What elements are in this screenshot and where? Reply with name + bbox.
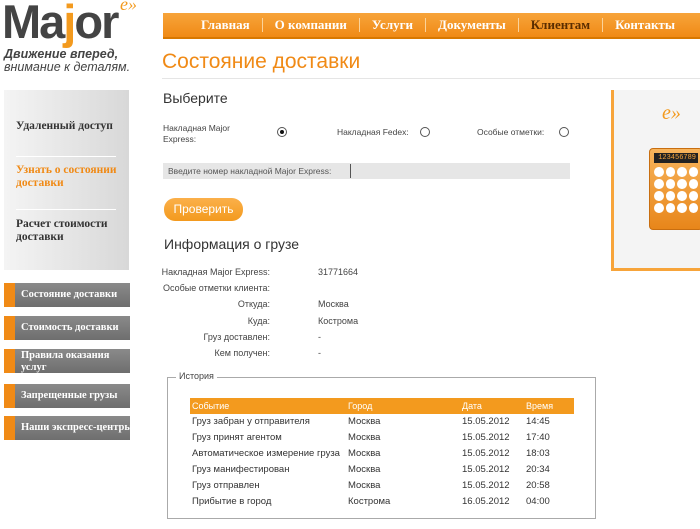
info-row: Накладная Major Express: 31771664 bbox=[161, 267, 359, 277]
sidebar-item-delivery-cost[interactable]: ❯ Стоимость доставки bbox=[4, 316, 130, 340]
nav-services[interactable]: Услуги bbox=[360, 18, 427, 32]
sidebar-link-remote-access[interactable]: Удаленный доступ bbox=[16, 120, 124, 133]
nav-contacts[interactable]: Контакты bbox=[603, 18, 687, 32]
option-label-major: Накладная Major Express: bbox=[163, 123, 230, 144]
history-table-header: Событие Город Дата Время bbox=[190, 398, 574, 414]
info-row: Откуда: Москва bbox=[237, 299, 349, 309]
nav-documents[interactable]: Документы bbox=[426, 18, 519, 32]
calculator-banner[interactable]: e» 123456789 bbox=[611, 90, 700, 271]
nav-about[interactable]: О компании bbox=[263, 18, 360, 32]
nav-home[interactable]: Главная bbox=[163, 18, 263, 32]
sidebar-divider bbox=[16, 209, 116, 210]
table-row: Прибытие в город Кострома 16.05.2012 04:00 bbox=[192, 496, 550, 507]
info-row: Куда: Кострома bbox=[247, 316, 359, 326]
chevron-right-icon: ❯ bbox=[6, 288, 17, 302]
history-fieldset: История Событие Город Дата Время Груз за… bbox=[167, 371, 596, 519]
sidebar-divider bbox=[16, 156, 116, 157]
logo-wordmark: Major bbox=[2, 0, 119, 48]
tracking-label: Введите номер накладной Major Express: bbox=[168, 166, 332, 176]
option-label-fedex: Накладная Fedex: bbox=[337, 127, 409, 137]
select-title: Выберите bbox=[163, 90, 228, 106]
table-row: Груз отправлен Москва 15.05.2012 20:58 bbox=[192, 480, 550, 491]
tracking-row: Введите номер накладной Major Express: bbox=[163, 163, 570, 179]
chevron-right-icon: ❯ bbox=[6, 321, 17, 335]
sidebar-item-express-centers[interactable]: ❯ Наши экспресс-центры bbox=[4, 416, 130, 440]
top-nav: Главная О компании Услуги Документы Клие… bbox=[163, 13, 700, 39]
table-row: Груз манифестирован Москва 15.05.2012 20:34 bbox=[192, 464, 550, 475]
logo[interactable]: Major e» Движение вперед, внимание к дет… bbox=[2, 0, 152, 80]
sidebar-item-service-rules[interactable]: ❯ Правила оказания услуг bbox=[4, 349, 130, 373]
chevron-right-icon: ❯ bbox=[6, 389, 17, 403]
sidebar-link-cost-calc[interactable]: Расчет стоимости доставки bbox=[16, 218, 124, 244]
radio-major-express[interactable] bbox=[277, 127, 287, 137]
logo-tagline: Движение вперед, внимание к деталям. bbox=[4, 47, 131, 74]
history-legend: История bbox=[176, 371, 217, 381]
nav-clients[interactable]: Клиентам bbox=[519, 18, 604, 32]
page-title: Состояние доставки bbox=[162, 50, 361, 73]
info-row: Груз доставлен: - bbox=[203, 332, 322, 342]
info-row: Кем получен: - bbox=[214, 348, 321, 358]
table-row: Автоматическое измерение груза Москва 15.0… bbox=[192, 448, 550, 459]
cargo-info-title: Информация о грузе bbox=[164, 236, 300, 252]
calculator-icon: 123456789 bbox=[649, 148, 700, 230]
table-row: Груз забран у отправителя Москва 15.05.201… bbox=[192, 416, 550, 427]
sidebar-item-prohibited-goods[interactable]: ❯ Запрещенные грузы bbox=[4, 384, 130, 408]
radio-special-marks[interactable] bbox=[559, 127, 569, 137]
sidebar-link-delivery-status[interactable]: Узнать о состоянии доставки bbox=[16, 164, 124, 190]
brand-mark: e» bbox=[662, 102, 681, 124]
logo-mark: e» bbox=[120, 0, 137, 14]
info-row: Особые отметки клиента: bbox=[163, 283, 270, 293]
tracking-number-input[interactable] bbox=[350, 164, 568, 178]
option-label-special: Особые отметки: bbox=[477, 127, 545, 137]
check-button[interactable]: Проверить bbox=[164, 198, 243, 221]
chevron-right-icon: ❯ bbox=[6, 421, 17, 435]
title-divider bbox=[162, 78, 700, 79]
radio-fedex[interactable] bbox=[420, 127, 430, 137]
sidebar-links: Удаленный доступ Узнать о состоянии дост… bbox=[4, 90, 129, 270]
sidebar-item-delivery-status[interactable]: ❯ Состояние доставки bbox=[4, 283, 130, 307]
table-row: Груз принят агентом Москва 15.05.2012 17:40 bbox=[192, 432, 550, 443]
chevron-right-icon: ❯ bbox=[6, 354, 17, 368]
